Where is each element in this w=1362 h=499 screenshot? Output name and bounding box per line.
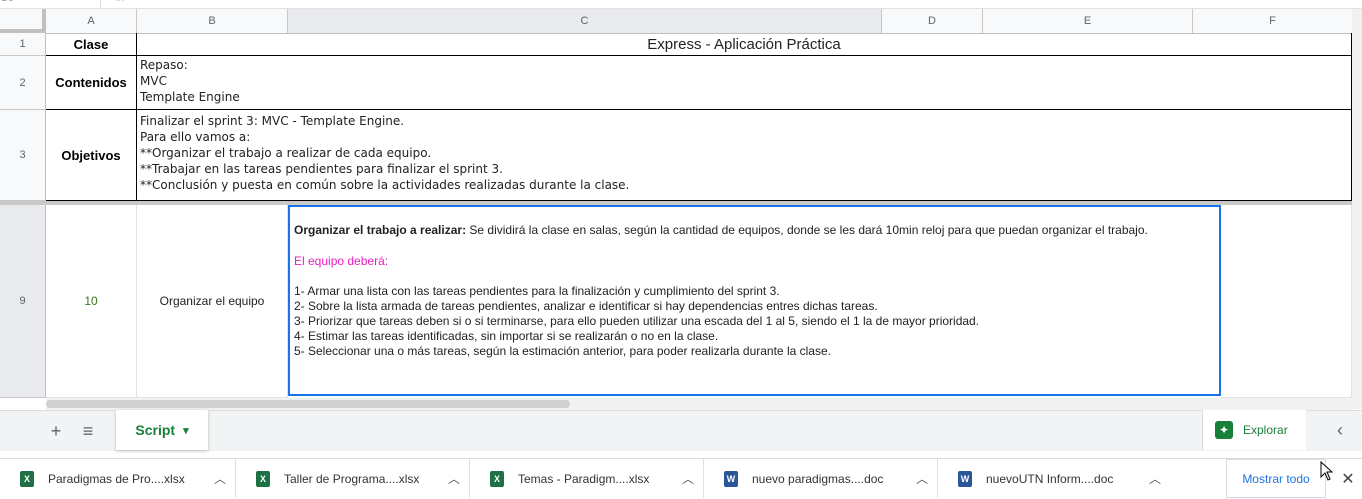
add-sheet-button[interactable]: +	[44, 411, 68, 451]
chevron-up-icon[interactable]: ︿	[673, 470, 703, 487]
chevron-up-icon[interactable]: ︿	[1140, 470, 1170, 487]
column-header-d[interactable]: D	[882, 9, 983, 33]
cell-a1[interactable]: Clase	[46, 33, 137, 56]
cell-a3[interactable]: Objetivos	[46, 110, 137, 201]
row-header-1[interactable]: 1	[0, 33, 46, 56]
explore-icon: ✦	[1215, 421, 1233, 439]
explore-label: Explorar	[1243, 423, 1288, 437]
cell-c9-heading-text: Se dividirá la clase en salas, según la …	[466, 223, 1148, 237]
column-header-a[interactable]: A	[46, 9, 137, 33]
cell-reference[interactable]: C9	[0, 0, 14, 4]
sheet-tab-label: Script	[135, 422, 176, 438]
word-file-icon: W	[724, 470, 738, 487]
show-all-downloads-button[interactable]: Mostrar todo	[1226, 459, 1326, 498]
cell-c9-item-5: 5- Seleccionar una o más tareas, según l…	[294, 344, 831, 358]
excel-file-icon: X	[490, 470, 504, 487]
cell-b2-merged[interactable]: Repaso: MVC Template Engine	[137, 56, 1352, 110]
chevron-down-icon: ▾	[183, 424, 189, 437]
column-header-c[interactable]: C	[288, 9, 882, 33]
collapse-panel-button[interactable]: ‹	[1318, 410, 1362, 450]
row-header-2[interactable]: 2	[0, 56, 46, 110]
cell-c9-item-3: 3- Priorizar que tareas deben si o si te…	[294, 314, 980, 328]
column-header-b[interactable]: B	[137, 9, 288, 33]
cell-c9-item-4: 4- Estimar las tareas identificadas, sin…	[294, 329, 719, 343]
download-item-1[interactable]: X Paradigmas de Pro....xlsx ︿	[0, 459, 236, 498]
column-header-e[interactable]: E	[983, 9, 1193, 33]
cell-a9[interactable]: 10	[46, 205, 137, 398]
fx-icon: fx	[116, 0, 125, 4]
close-downloads-bar-icon[interactable]: ✕	[1336, 459, 1360, 498]
cell-c9-heading: Organizar el trabajo a realizar:	[294, 223, 467, 237]
vertical-scrollbar[interactable]	[1352, 9, 1362, 409]
column-header-f[interactable]: F	[1193, 9, 1352, 33]
excel-file-icon: X	[256, 470, 270, 487]
formula-bar-divider	[100, 0, 101, 8]
download-name: Taller de Programa....xlsx	[284, 471, 420, 486]
row-header-3[interactable]: 3	[0, 110, 46, 201]
cell-b3-merged[interactable]: Finalizar el sprint 3: MVC - Template En…	[137, 110, 1352, 201]
cell-c9-subheading: El equipo deberá:	[294, 254, 389, 268]
cell-c9-item-2: 2- Sobre la lista armada de tareas pendi…	[294, 299, 878, 313]
cell-b9[interactable]: Organizar el equipo	[137, 205, 288, 398]
all-sheets-button[interactable]: ≡	[76, 411, 100, 451]
column-header-bar: A B C D E F	[0, 9, 1352, 34]
cell-a2[interactable]: Contenidos	[46, 56, 137, 110]
chevron-up-icon[interactable]: ︿	[439, 470, 469, 487]
download-item-3[interactable]: X Temas - Paradigm....xlsx ︿	[470, 459, 704, 498]
cell-c9-item-1: 1- Armar una lista con las tareas pendie…	[294, 284, 780, 298]
word-file-icon: W	[958, 470, 972, 487]
download-item-2[interactable]: X Taller de Programa....xlsx ︿	[236, 459, 470, 498]
cell-f9[interactable]	[1221, 205, 1352, 398]
chevron-up-icon[interactable]: ︿	[907, 470, 937, 487]
select-all-corner[interactable]	[0, 9, 46, 33]
download-name: nuevoUTN Inform....doc	[986, 471, 1114, 486]
row-header-9[interactable]: 9	[0, 205, 46, 398]
download-item-5[interactable]: W nuevoUTN Inform....doc ︿	[938, 459, 1170, 498]
download-item-4[interactable]: W nuevo paradigmas....doc ︿	[704, 459, 938, 498]
download-name: nuevo paradigmas....doc	[752, 471, 884, 486]
chevron-up-icon[interactable]: ︿	[205, 470, 235, 487]
formula-bar: C9 fx	[0, 0, 1362, 9]
cell-c9-selected[interactable]: Organizar el trabajo a realizar: Se divi…	[288, 205, 1221, 396]
horizontal-scrollbar-thumb[interactable]	[46, 400, 570, 408]
cell-b1-merged[interactable]: Express - Aplicación Práctica	[137, 33, 1352, 56]
sheet-tab-script[interactable]: Script ▾	[116, 410, 208, 450]
download-name: Paradigmas de Pro....xlsx	[48, 471, 185, 486]
excel-file-icon: X	[20, 470, 34, 487]
download-name: Temas - Paradigm....xlsx	[518, 471, 650, 486]
mouse-cursor-icon	[1320, 461, 1334, 481]
explore-button[interactable]: ✦ Explorar	[1202, 410, 1306, 450]
